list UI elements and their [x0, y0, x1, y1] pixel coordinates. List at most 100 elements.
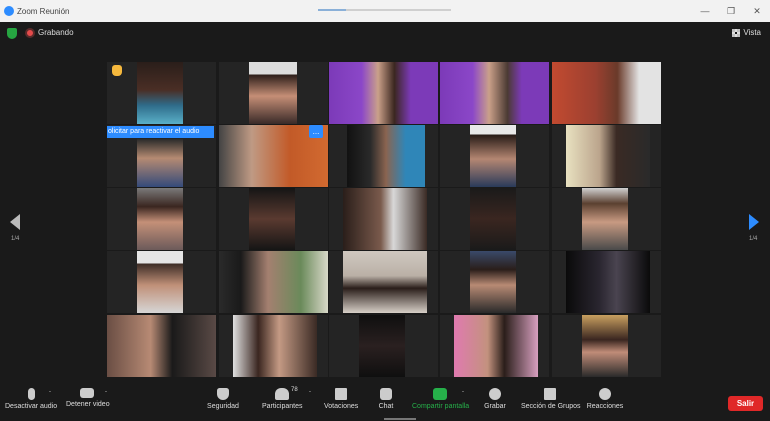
security-button[interactable]: Seguridad — [207, 388, 239, 410]
video-tile[interactable] — [552, 188, 661, 250]
next-page-arrow-icon[interactable] — [749, 214, 759, 230]
video-tile[interactable] — [440, 125, 549, 187]
participant-video — [454, 315, 538, 377]
participant-video — [329, 62, 438, 124]
participant-video — [552, 62, 661, 124]
video-options-caret-icon[interactable]: ˆ — [105, 392, 107, 398]
close-button[interactable]: ✕ — [750, 4, 764, 18]
share-screen-label: Compartir pantalla — [412, 403, 470, 410]
restore-button[interactable]: ❐ — [724, 4, 738, 18]
participant-video — [359, 315, 405, 377]
video-tile[interactable] — [552, 62, 661, 124]
video-tile[interactable] — [107, 315, 216, 377]
video-tile[interactable] — [107, 62, 216, 124]
participant-video — [233, 315, 317, 377]
participant-video — [347, 125, 425, 187]
participant-video — [107, 315, 216, 377]
window-titlebar: Zoom Reunión — ❐ ✕ — [0, 0, 770, 22]
view-label: Vista — [743, 28, 761, 37]
participant-video — [470, 125, 516, 187]
view-button[interactable]: Vista — [732, 28, 761, 37]
video-tile[interactable] — [552, 251, 661, 313]
share-screen-icon — [433, 388, 447, 400]
participant-video — [566, 125, 650, 187]
audio-options-caret-icon[interactable]: ˆ — [49, 392, 51, 398]
minimize-button[interactable]: — — [698, 4, 712, 18]
video-tile[interactable] — [107, 188, 216, 250]
mute-label: Desactivar audio — [5, 403, 58, 410]
participant-video — [343, 251, 427, 313]
page-indicator-right: 1/4 — [749, 236, 758, 242]
participant-video — [137, 139, 183, 187]
window-drag-bar[interactable] — [318, 9, 451, 11]
share-screen-button[interactable]: Compartir pantalla — [412, 388, 470, 410]
video-tile[interactable] — [440, 315, 549, 377]
video-tile[interactable] — [219, 188, 328, 250]
video-tile[interactable] — [329, 125, 438, 187]
video-tile[interactable] — [219, 62, 328, 124]
recording-icon[interactable] — [25, 28, 35, 38]
video-tile[interactable] — [329, 188, 438, 250]
record-icon — [489, 388, 501, 400]
window-title: Zoom Reunión — [17, 6, 70, 16]
reactions-smiley-icon — [599, 388, 611, 400]
gallery-view: olicitar para reactivar el audio ... 1/4… — [0, 44, 770, 384]
zoom-logo-icon — [4, 6, 14, 16]
video-tile[interactable] — [329, 62, 438, 124]
polls-button[interactable]: Votaciones — [324, 388, 358, 410]
participant-video — [249, 188, 295, 250]
video-tile[interactable] — [552, 125, 661, 187]
grid-view-icon — [732, 28, 741, 37]
meeting-header: Grabando Vista — [0, 22, 770, 44]
scroll-indicator — [384, 418, 416, 420]
video-tile[interactable] — [329, 315, 438, 377]
video-tile[interactable] — [329, 251, 438, 313]
chat-label: Chat — [378, 403, 394, 410]
stop-video-label: Detener video — [66, 401, 110, 408]
unmute-request-banner[interactable]: olicitar para reactivar el audio — [107, 126, 214, 138]
participants-label: Participantes — [262, 403, 303, 410]
reactions-label: Reacciones — [586, 403, 624, 410]
breakout-rooms-button[interactable]: Sección de Grupos — [521, 388, 581, 410]
video-tile[interactable] — [107, 251, 216, 313]
video-tile[interactable] — [440, 251, 549, 313]
polls-chart-icon — [335, 388, 347, 400]
chat-bubble-icon — [380, 388, 392, 400]
video-tile[interactable] — [552, 315, 661, 377]
encryption-shield-icon[interactable] — [7, 28, 17, 39]
video-tile[interactable] — [219, 315, 328, 377]
video-tile[interactable] — [440, 188, 549, 250]
participant-video — [137, 188, 183, 250]
participants-icon — [275, 388, 289, 400]
banner-more-button[interactable]: ... — [309, 125, 323, 138]
security-label: Seguridad — [207, 403, 239, 410]
breakout-rooms-label: Sección de Grupos — [521, 403, 581, 410]
participant-video — [566, 251, 650, 313]
leave-meeting-button[interactable]: Salir — [728, 396, 763, 411]
share-options-caret-icon[interactable]: ˆ — [462, 392, 464, 398]
participant-video — [440, 62, 549, 124]
participant-video — [582, 315, 628, 377]
participant-video — [137, 62, 183, 124]
breakout-rooms-icon — [544, 388, 556, 400]
recording-label: Grabando — [38, 28, 74, 37]
participants-options-caret-icon[interactable]: ˆ — [309, 392, 311, 398]
participant-video — [137, 251, 183, 313]
participant-video — [470, 251, 516, 313]
video-camera-icon — [80, 388, 94, 398]
record-button[interactable]: Grabar — [484, 388, 506, 410]
participants-count: 78 — [291, 387, 298, 393]
previous-page-arrow-icon[interactable] — [10, 214, 20, 230]
reactions-button[interactable]: Reacciones — [586, 388, 624, 410]
participant-video — [219, 251, 328, 313]
participant-video — [582, 188, 628, 250]
participant-video — [470, 188, 516, 250]
meeting-toolbar: Desactivar audio ˆ Detener video ˆ Segur… — [0, 384, 770, 421]
participant-video — [249, 62, 297, 124]
microphone-icon — [27, 388, 35, 400]
video-tile[interactable] — [219, 251, 328, 313]
video-tile[interactable] — [440, 62, 549, 124]
stop-video-button[interactable]: Detener video — [66, 388, 110, 408]
raised-hand-icon — [112, 65, 122, 76]
chat-button[interactable]: Chat — [376, 388, 396, 410]
